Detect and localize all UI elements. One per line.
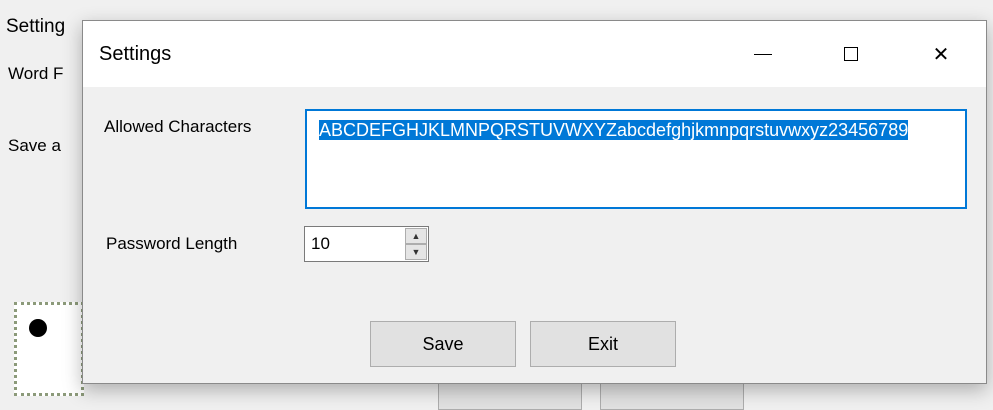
allowed-characters-text: ABCDEFGHJKLMNPQRSTUVWXYZabcdefghjkmnpqrs…	[319, 120, 909, 140]
save-button[interactable]: Save	[370, 321, 516, 367]
background-button-left[interactable]	[438, 380, 582, 410]
settings-dialog: Settings ✕ Allowed Characters ABCDEFGHJK…	[82, 20, 987, 384]
chevron-up-icon: ▲	[411, 231, 421, 241]
dialog-titlebar[interactable]: Settings ✕	[83, 21, 986, 87]
minimize-icon	[754, 53, 772, 55]
password-length-stepper[interactable]: 10 ▲ ▼	[304, 226, 429, 262]
background-save-label: Save a	[8, 136, 61, 155]
maximize-icon	[844, 47, 858, 61]
close-button[interactable]: ✕	[901, 21, 981, 87]
length-spinner: ▲ ▼	[405, 228, 427, 260]
chevron-down-icon: ▼	[411, 247, 421, 257]
maximize-button[interactable]	[811, 21, 891, 87]
password-length-value: 10	[311, 234, 330, 253]
spin-down-button[interactable]: ▼	[405, 244, 427, 260]
background-word-label: Word F	[8, 64, 64, 83]
dialog-title: Settings	[99, 43, 172, 65]
allowed-characters-label: Allowed Characters	[104, 117, 252, 136]
spin-up-button[interactable]: ▲	[405, 228, 427, 244]
minimize-button[interactable]	[723, 21, 803, 87]
allowed-characters-field[interactable]: ABCDEFGHJKLMNPQRSTUVWXYZabcdefghjkmnpqrs…	[305, 109, 967, 209]
image-dot	[29, 319, 47, 337]
close-icon: ✕	[932, 42, 950, 66]
background-image-preview	[14, 302, 84, 396]
background-window-title: Setting	[6, 16, 66, 37]
password-length-label: Password Length	[106, 234, 238, 253]
background-button-right[interactable]	[600, 380, 744, 410]
exit-button[interactable]: Exit	[530, 321, 676, 367]
